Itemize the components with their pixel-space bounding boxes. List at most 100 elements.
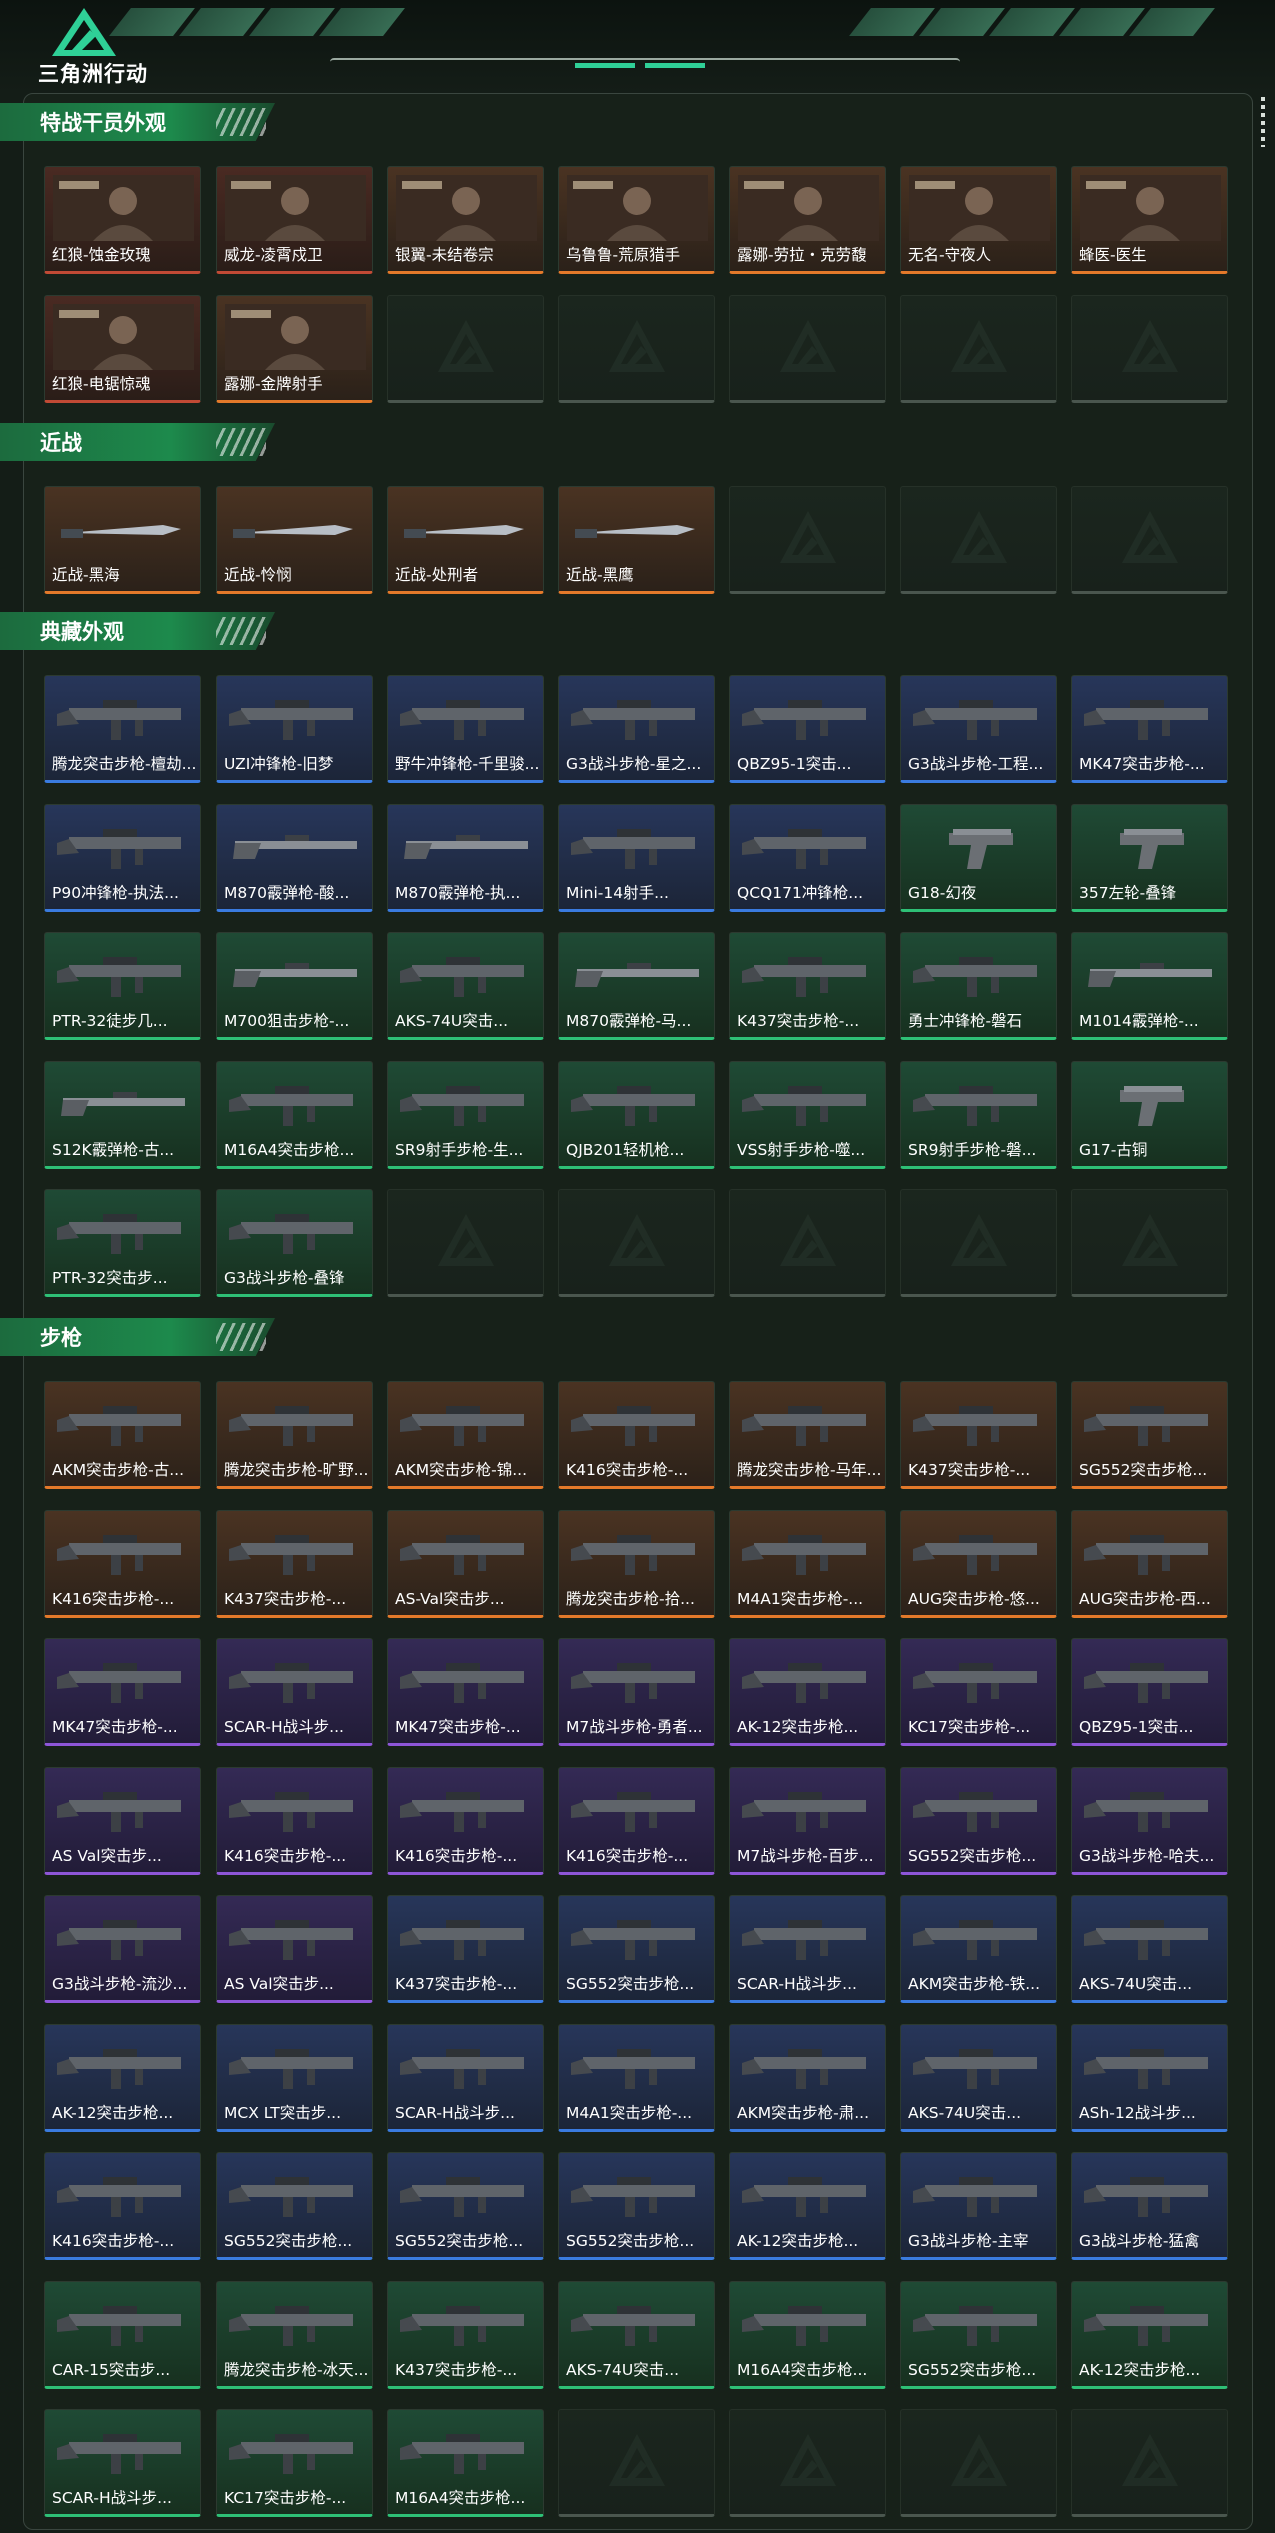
- item-card[interactable]: M1014霰弹枪-...: [1071, 932, 1228, 1040]
- item-card[interactable]: 威龙-凌霄戍卫: [216, 166, 373, 274]
- item-card[interactable]: AS-Val突击步...: [387, 1509, 544, 1618]
- item-card[interactable]: SR9射手步枪-生...: [387, 1060, 544, 1169]
- item-card[interactable]: K416突击步枪-...: [216, 1766, 373, 1875]
- item-card[interactable]: AKS-74U突击...: [1071, 1895, 1228, 2003]
- item-card[interactable]: SCAR-H战斗步...: [216, 1638, 373, 1746]
- item-card[interactable]: K437突击步枪-...: [387, 2280, 544, 2389]
- item-card[interactable]: Mini-14射手...: [558, 803, 715, 912]
- item-card[interactable]: M16A4突击步枪...: [387, 2409, 544, 2517]
- item-card[interactable]: M870霰弹枪-马...: [558, 932, 715, 1040]
- item-card[interactable]: AK-12突击步枪...: [729, 2152, 886, 2260]
- item-card[interactable]: SG552突击步枪...: [900, 2280, 1057, 2389]
- item-card[interactable]: 腾龙突击步枪-马年...: [729, 1381, 886, 1489]
- item-card[interactable]: K416突击步枪-...: [44, 1509, 201, 1618]
- item-card[interactable]: SG552突击步枪...: [387, 2152, 544, 2260]
- item-card[interactable]: QCQ171冲锋枪...: [729, 803, 886, 912]
- item-card[interactable]: 近战-黑鹰: [558, 486, 715, 594]
- item-card[interactable]: SCAR-H战斗步...: [44, 2409, 201, 2517]
- item-card[interactable]: KC17突击步枪-...: [216, 2409, 373, 2517]
- item-card[interactable]: K416突击步枪-...: [44, 2152, 201, 2260]
- item-card[interactable]: K437突击步枪-...: [387, 1895, 544, 2003]
- item-card[interactable]: 乌鲁鲁-荒原猎手: [558, 166, 715, 274]
- item-card[interactable]: AK-12突击步枪...: [1071, 2280, 1228, 2389]
- item-card[interactable]: 银翼-未结卷宗: [387, 166, 544, 274]
- item-card[interactable]: SCAR-H战斗步...: [387, 2023, 544, 2132]
- item-card[interactable]: M16A4突击步枪...: [216, 1060, 373, 1169]
- item-card[interactable]: PTR-32突击步...: [44, 1189, 201, 1297]
- item-card[interactable]: KC17突击步枪-...: [900, 1638, 1057, 1746]
- item-card[interactable]: AUG突击步枪-悠...: [900, 1509, 1057, 1618]
- item-card[interactable]: K416突击步枪-...: [387, 1766, 544, 1875]
- item-card[interactable]: SG552突击步枪...: [558, 1895, 715, 2003]
- item-card[interactable]: SG552突击步枪...: [1071, 1381, 1228, 1489]
- item-card[interactable]: G17-古铜: [1071, 1060, 1228, 1169]
- item-card[interactable]: M870霰弹枪-酸...: [216, 803, 373, 912]
- item-card[interactable]: AUG突击步枪-西...: [1071, 1509, 1228, 1618]
- item-card[interactable]: G3战斗步枪-猛禽: [1071, 2152, 1228, 2260]
- item-card[interactable]: 腾龙突击步枪-拾...: [558, 1509, 715, 1618]
- item-card[interactable]: S12K霰弹枪-古...: [44, 1060, 201, 1169]
- item-card[interactable]: M4A1突击步枪-...: [729, 1509, 886, 1618]
- item-card[interactable]: AKS-74U突击...: [558, 2280, 715, 2389]
- item-card[interactable]: 近战-怜悯: [216, 486, 373, 594]
- item-card[interactable]: 近战-处刑者: [387, 486, 544, 594]
- item-card[interactable]: K416突击步枪-...: [558, 1766, 715, 1875]
- item-card[interactable]: M700狙击步枪-...: [216, 932, 373, 1040]
- item-card[interactable]: 无名-守夜人: [900, 166, 1057, 274]
- item-card[interactable]: QBZ95-1突击...: [729, 675, 886, 783]
- item-card[interactable]: 露娜-金牌射手: [216, 294, 373, 403]
- item-card[interactable]: CAR-15突击步...: [44, 2280, 201, 2389]
- item-card[interactable]: G18-幻夜: [900, 803, 1057, 912]
- item-card[interactable]: G3战斗步枪-流沙...: [44, 1895, 201, 2003]
- item-card[interactable]: AK-12突击步枪...: [729, 1638, 886, 1746]
- item-card[interactable]: G3战斗步枪-叠锋: [216, 1189, 373, 1297]
- item-card[interactable]: M16A4突击步枪...: [729, 2280, 886, 2389]
- item-card[interactable]: AS Val突击步...: [216, 1895, 373, 2003]
- item-card[interactable]: MK47突击步枪-...: [387, 1638, 544, 1746]
- item-card[interactable]: 露娜-劳拉・克劳馥: [729, 166, 886, 274]
- item-card[interactable]: 腾龙突击步枪-冰天...: [216, 2280, 373, 2389]
- item-card[interactable]: UZI冲锋枪-旧梦: [216, 675, 373, 783]
- item-card[interactable]: AKS-74U突击...: [900, 2023, 1057, 2132]
- item-card[interactable]: AK-12突击步枪...: [44, 2023, 201, 2132]
- item-card[interactable]: K437突击步枪-...: [729, 932, 886, 1040]
- item-card[interactable]: K437突击步枪-...: [216, 1509, 373, 1618]
- item-card[interactable]: AKS-74U突击...: [387, 932, 544, 1040]
- item-card[interactable]: 腾龙突击步枪-檀劫...: [44, 675, 201, 783]
- item-card[interactable]: SG552突击步枪...: [216, 2152, 373, 2260]
- item-card[interactable]: P90冲锋枪-执法...: [44, 803, 201, 912]
- item-card[interactable]: PTR-32徒步几...: [44, 932, 201, 1040]
- item-card[interactable]: M7战斗步枪-百步...: [729, 1766, 886, 1875]
- item-card[interactable]: VSS射手步枪-噬...: [729, 1060, 886, 1169]
- item-card[interactable]: G3战斗步枪-哈夫...: [1071, 1766, 1228, 1875]
- item-card[interactable]: SG552突击步枪...: [900, 1766, 1057, 1875]
- item-card[interactable]: M4A1突击步枪-...: [558, 2023, 715, 2132]
- item-card[interactable]: 近战-黑海: [44, 486, 201, 594]
- item-card[interactable]: QBZ95-1突击...: [1071, 1638, 1228, 1746]
- item-card[interactable]: MCX LT突击步...: [216, 2023, 373, 2132]
- item-card[interactable]: M7战斗步枪-勇者...: [558, 1638, 715, 1746]
- item-card[interactable]: AKM突击步枪-锦...: [387, 1381, 544, 1489]
- item-card[interactable]: 蜂医-医生: [1071, 166, 1228, 274]
- item-card[interactable]: AS Val突击步...: [44, 1766, 201, 1875]
- item-card[interactable]: G3战斗步枪-星之...: [558, 675, 715, 783]
- item-card[interactable]: G3战斗步枪-主宰: [900, 2152, 1057, 2260]
- item-card[interactable]: 勇士冲锋枪-磐石: [900, 932, 1057, 1040]
- item-card[interactable]: 红狼-电锯惊魂: [44, 294, 201, 403]
- item-card[interactable]: AKM突击步枪-古...: [44, 1381, 201, 1489]
- item-card[interactable]: 腾龙突击步枪-旷野...: [216, 1381, 373, 1489]
- item-card[interactable]: MK47突击步枪-...: [44, 1638, 201, 1746]
- item-card[interactable]: ASh-12战斗步...: [1071, 2023, 1228, 2132]
- item-card[interactable]: SCAR-H战斗步...: [729, 1895, 886, 2003]
- item-card[interactable]: SR9射手步枪-磐...: [900, 1060, 1057, 1169]
- item-card[interactable]: 357左轮-叠锋: [1071, 803, 1228, 912]
- item-card[interactable]: AKM突击步枪-铁...: [900, 1895, 1057, 2003]
- item-card[interactable]: K416突击步枪-...: [558, 1381, 715, 1489]
- item-card[interactable]: M870霰弹枪-执...: [387, 803, 544, 912]
- item-card[interactable]: QJB201轻机枪...: [558, 1060, 715, 1169]
- scroll-indicator[interactable]: [1261, 97, 1265, 147]
- item-card[interactable]: SG552突击步枪...: [558, 2152, 715, 2260]
- item-card[interactable]: MK47突击步枪-...: [1071, 675, 1228, 783]
- item-card[interactable]: 红狼-蚀金玫瑰: [44, 166, 201, 274]
- item-card[interactable]: K437突击步枪-...: [900, 1381, 1057, 1489]
